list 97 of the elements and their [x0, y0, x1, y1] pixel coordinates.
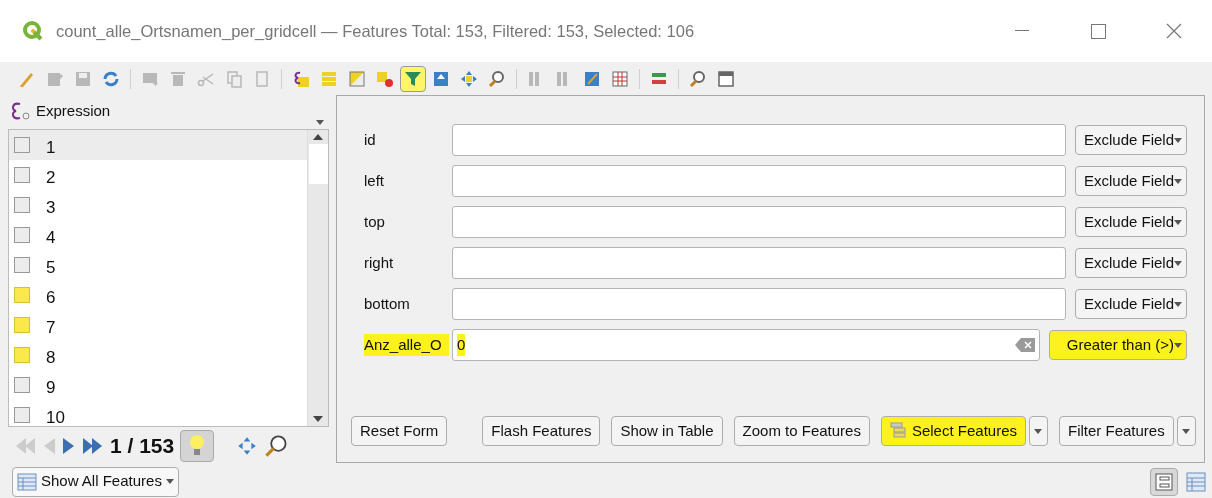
form-view-icon: [1154, 471, 1174, 492]
checkbox[interactable]: [14, 166, 30, 183]
form-action-button[interactable]: Filter Features: [1059, 416, 1174, 446]
close-icon: [1166, 23, 1182, 39]
form-action-button[interactable]: Select Features: [880, 416, 1026, 446]
field-input[interactable]: [452, 288, 1066, 320]
checkbox[interactable]: [14, 376, 30, 393]
feature-list-item[interactable]: 5: [9, 249, 307, 280]
field-input[interactable]: 0: [452, 329, 1040, 361]
form-action-button[interactable]: Reset Form: [351, 416, 448, 446]
highlight-toggle-button[interactable]: [180, 430, 215, 463]
next-icon: [62, 437, 76, 456]
checkbox[interactable]: [14, 286, 30, 303]
checkbox[interactable]: [14, 136, 30, 153]
dock-icon: [716, 68, 736, 89]
feature-id: 1: [46, 137, 56, 160]
clear-icon[interactable]: [1015, 338, 1035, 352]
layers-icon: [889, 422, 908, 440]
field-label: top: [364, 211, 386, 232]
zoom-icon: [487, 68, 507, 89]
feature-list-item[interactable]: 10: [9, 399, 307, 427]
caret-icon: [1174, 260, 1182, 266]
field-input[interactable]: [452, 165, 1066, 197]
checkbox[interactable]: [14, 316, 30, 333]
maximize-icon: [1090, 23, 1106, 39]
table-view-icon: [1186, 471, 1206, 492]
field-option-button[interactable]: Exclude Field: [1075, 125, 1187, 155]
field-option-button[interactable]: Exclude Field: [1075, 248, 1187, 278]
dropdown-caret-icon: [316, 119, 324, 125]
field-label: id: [364, 129, 377, 150]
feature-id: 5: [46, 257, 56, 280]
zoom-icon: [264, 434, 289, 459]
feature-id: 10: [46, 407, 65, 427]
field-label: left: [364, 170, 385, 191]
app-logo-icon: [22, 20, 44, 42]
feature-id: 7: [46, 317, 56, 340]
field-option-button[interactable]: Exclude Field: [1075, 207, 1187, 237]
field-input[interactable]: [452, 124, 1066, 156]
feature-id: 6: [46, 287, 56, 310]
caret-icon: [1174, 301, 1182, 307]
scroll-down-icon: [313, 416, 323, 423]
feature-id: 9: [46, 377, 56, 400]
checkbox[interactable]: [14, 406, 30, 423]
form-action-button[interactable]: Show in Table: [611, 416, 723, 446]
form-view-button[interactable]: [1150, 467, 1178, 496]
scrollbar[interactable]: [307, 129, 328, 427]
caret-icon: [165, 479, 174, 484]
checkbox[interactable]: [14, 196, 30, 213]
table-icon: [17, 472, 37, 491]
caret-icon: [1034, 428, 1043, 434]
feature-id: 3: [46, 197, 56, 220]
feature-list-item[interactable]: 2: [9, 159, 307, 190]
show-all-features-button[interactable]: Show All Features: [12, 466, 179, 497]
previous-icon: [42, 437, 56, 456]
minimize-icon: [1015, 30, 1029, 32]
feature-list-item[interactable]: 7: [9, 309, 307, 340]
checkbox[interactable]: [14, 346, 30, 363]
feature-list-item[interactable]: 6: [9, 279, 307, 310]
table-icon: [610, 68, 630, 89]
field-label: right: [364, 252, 395, 273]
field-label: bottom: [364, 293, 411, 314]
field-label: Anz_alle_O: [364, 333, 449, 357]
caret-icon: [1174, 137, 1182, 143]
feature-list-item[interactable]: 9: [9, 369, 307, 400]
expression-label: Expression: [36, 101, 111, 122]
feature-id: 2: [46, 167, 56, 190]
feature-id: 4: [46, 227, 56, 250]
feature-list-item[interactable]: 8: [9, 339, 307, 370]
scroll-up-icon: [313, 133, 323, 140]
field-input[interactable]: [452, 206, 1066, 238]
invert-icon: [347, 68, 367, 89]
feature-list-item[interactable]: 1: [9, 129, 307, 160]
field-option-button[interactable]: Exclude Field: [1075, 289, 1187, 319]
field-input[interactable]: [452, 247, 1066, 279]
window-title: count_alle_Ortsnamen_per_gridcell — Features Total: 153, Filtered: 153, Selected: 106: [56, 20, 695, 42]
checkbox[interactable]: [14, 226, 30, 243]
field-option-button[interactable]: Exclude Field: [1075, 166, 1187, 196]
caret-icon: [1174, 178, 1182, 184]
copy-icon: [224, 68, 244, 89]
filter-tool-button[interactable]: [400, 65, 426, 92]
zoom-icon: [688, 68, 708, 89]
feature-counter: 1 / 153: [110, 433, 175, 460]
feature-id: 8: [46, 347, 56, 370]
form-action-button[interactable]: Flash Features: [482, 416, 601, 446]
scrollbar-thumb[interactable]: [308, 143, 328, 184]
first-icon: [14, 437, 36, 456]
feature-list-item[interactable]: 4: [9, 219, 307, 250]
caret-icon: [1174, 219, 1182, 225]
dropdown-button[interactable]: [1176, 416, 1196, 446]
caret-icon: [1182, 428, 1191, 434]
last-icon: [82, 437, 104, 456]
caret-icon: [1174, 342, 1182, 348]
dropdown-button[interactable]: [1029, 416, 1048, 446]
checkbox[interactable]: [14, 256, 30, 273]
feature-list-item[interactable]: 3: [9, 189, 307, 220]
form-action-button[interactable]: Zoom to Features: [733, 416, 870, 446]
field-option-button[interactable]: Greater than (>): [1049, 330, 1187, 360]
